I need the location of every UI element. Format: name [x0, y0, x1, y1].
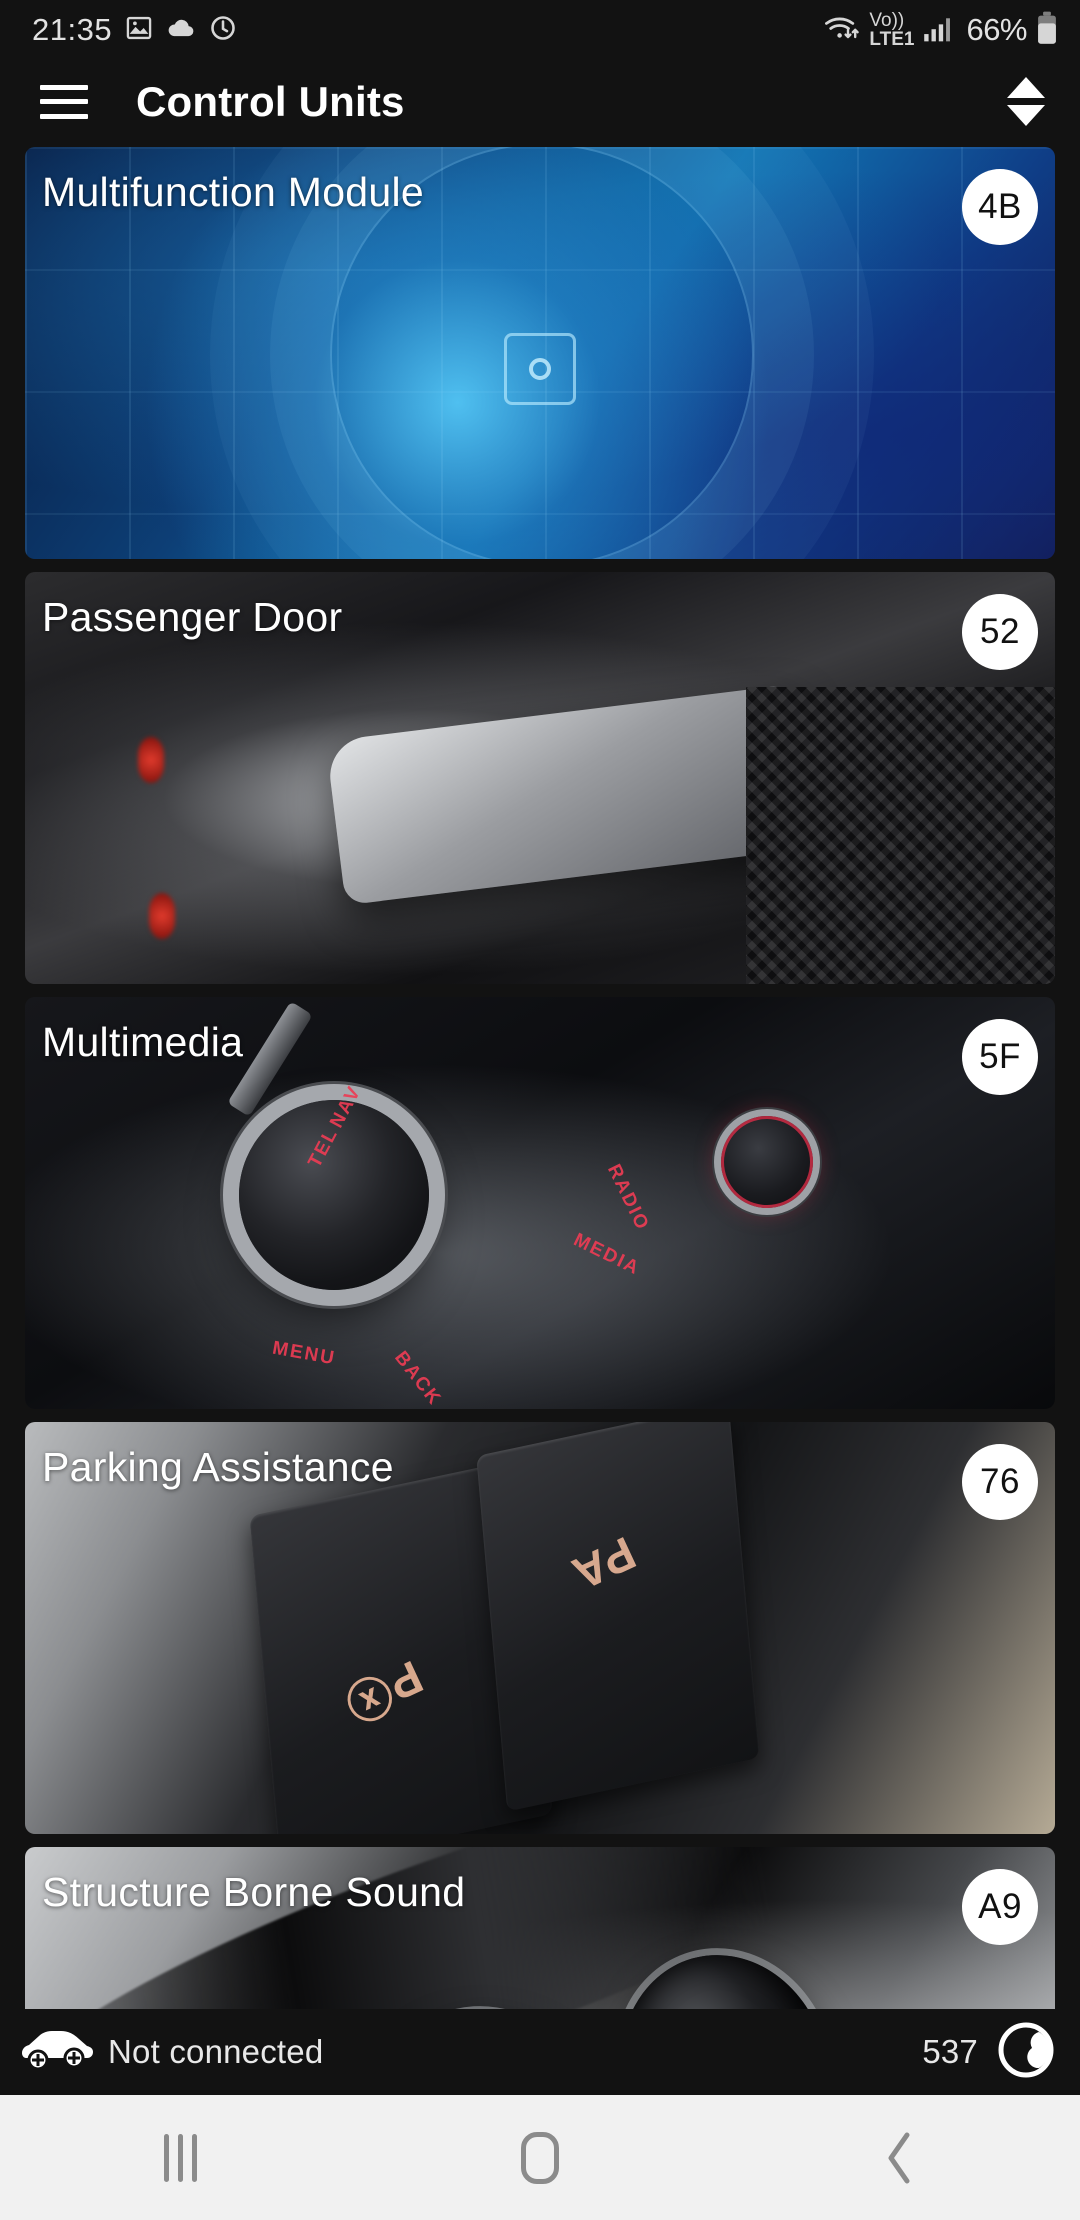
network-label: LTE1	[869, 29, 915, 50]
car-icon	[18, 2026, 94, 2079]
home-icon[interactable]	[470, 2113, 610, 2203]
microchip-icon	[504, 333, 576, 406]
control-unit-card-multimedia[interactable]: RADIO MEDIA MENU BACK TEL NAV Multimedia…	[25, 997, 1055, 1409]
control-unit-card-multifunction-module[interactable]: Multifunction Module 4B	[25, 147, 1055, 559]
connection-status-label: Not connected	[108, 2033, 324, 2070]
status-bar-clock: 21:35	[32, 12, 113, 47]
recents-icon[interactable]	[110, 2113, 250, 2203]
control-units-list[interactable]: Multifunction Module 4B Passenger Door 5…	[0, 143, 1080, 2009]
card-address-badge: 52	[962, 594, 1038, 670]
sort-ascending-arrow	[1007, 77, 1045, 98]
door-led-indicator-secondary	[148, 893, 175, 940]
status-bar-right: Vo)) LTE1 66%	[824, 11, 1058, 50]
mmi-label-menu: MENU	[270, 1337, 338, 1370]
system-status-bar: 21:35 Vo)) LTE1 66%	[0, 0, 1080, 60]
fault-count-label: 537	[922, 2033, 978, 2070]
app-bar: Control Units	[0, 60, 1080, 143]
wifi-icon	[824, 13, 860, 48]
mmi-label-radio: RADIO	[602, 1160, 653, 1234]
control-unit-card-parking-assistance[interactable]: Pⓧ PA Parking Assistance 76	[25, 1422, 1055, 1834]
card-address-badge: 5F	[962, 1019, 1038, 1095]
volte-label: Vo))	[869, 10, 905, 31]
card-title: Multifunction Module	[42, 169, 425, 215]
bottom-bar-right: 537	[922, 2022, 1054, 2083]
mmi-rotary-knob	[239, 1099, 429, 1290]
back-icon[interactable]	[830, 2113, 970, 2203]
card-title: Structure Borne Sound	[42, 1869, 466, 1915]
card-title: Passenger Door	[42, 594, 343, 640]
brand-circle-icon[interactable]	[998, 2022, 1054, 2083]
clock-alarm-icon	[209, 14, 237, 47]
control-unit-card-passenger-door[interactable]: Passenger Door 52	[25, 572, 1055, 984]
card-address-badge: 76	[962, 1444, 1038, 1520]
cloud-icon	[166, 14, 196, 47]
app-screen: 21:35 Vo)) LTE1 66% Control Units Multif…	[0, 0, 1080, 2220]
door-led-indicator	[138, 736, 165, 783]
mmi-label-media: MEDIA	[570, 1229, 644, 1280]
mmi-label-back: BACK	[389, 1347, 445, 1409]
card-title: Parking Assistance	[42, 1444, 394, 1490]
control-unit-card-structure-borne-sound[interactable]: Structure Borne Sound A9	[25, 1847, 1055, 2009]
status-bar-left: 21:35	[32, 12, 237, 48]
volume-knob	[720, 1115, 813, 1208]
battery-icon	[1036, 11, 1058, 50]
image-icon	[125, 14, 153, 47]
android-navigation-bar	[0, 2095, 1080, 2220]
battery-percent-label: 66%	[966, 12, 1027, 47]
card-address-badge: A9	[962, 1869, 1038, 1945]
connection-status-bar: Not connected 537	[0, 2009, 1080, 2095]
page-title: Control Units	[136, 77, 405, 125]
volte-icon: Vo)) LTE1	[869, 11, 914, 49]
card-address-badge: 4B	[962, 169, 1038, 245]
sort-updown-icon[interactable]	[1000, 72, 1052, 132]
card-title: Multimedia	[42, 1019, 244, 1065]
pdc-button-right	[475, 1422, 759, 1812]
signal-bars-icon	[923, 13, 957, 48]
hamburger-menu-icon[interactable]	[40, 84, 88, 119]
sort-descending-arrow	[1007, 105, 1045, 126]
